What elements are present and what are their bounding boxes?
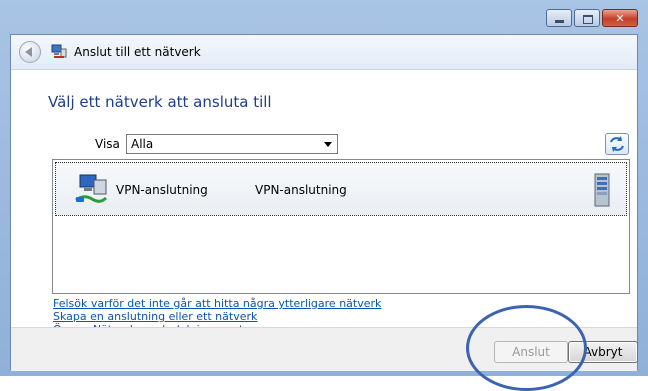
page-heading: Välj ett nätverk att ansluta till xyxy=(48,93,272,111)
button-bar: Anslut Avbryt xyxy=(11,327,638,371)
minimize-button[interactable] xyxy=(546,9,572,27)
cancel-button[interactable]: Avbryt xyxy=(568,341,638,363)
maximize-icon xyxy=(583,15,593,24)
maximize-button[interactable] xyxy=(574,9,600,27)
window-title: Anslut till ett nätverk xyxy=(74,45,201,59)
back-button[interactable] xyxy=(19,41,41,63)
navigation-bar: Anslut till ett nätverk xyxy=(11,35,637,70)
connect-button[interactable]: Anslut xyxy=(494,341,568,363)
close-button[interactable]: ✕ xyxy=(602,9,638,27)
window-frame: ✕ Anslut till ett nätverk Välj ett nätve… xyxy=(0,0,648,376)
vpn-connection-icon xyxy=(75,174,108,203)
server-icon xyxy=(594,173,610,207)
minimize-icon xyxy=(555,20,564,23)
refresh-icon xyxy=(610,136,624,152)
network-list[interactable]: VPN-anslutning VPN-anslutning xyxy=(52,159,630,294)
network-name: VPN-anslutning xyxy=(116,183,208,197)
filter-selected-value: Alla xyxy=(131,137,154,151)
network-connect-icon xyxy=(51,44,67,58)
create-connection-link[interactable]: Skapa en anslutning eller ett nätverk xyxy=(53,310,381,323)
title-bar[interactable]: ✕ xyxy=(0,0,648,34)
filter-label: Visa xyxy=(95,137,120,151)
refresh-button[interactable] xyxy=(605,133,629,155)
close-icon: ✕ xyxy=(615,11,625,25)
dialog-client: Anslut till ett nätverk Välj ett nätverk… xyxy=(10,34,638,371)
back-arrow-icon xyxy=(25,47,32,57)
network-list-item[interactable]: VPN-anslutning VPN-anslutning xyxy=(55,162,627,216)
chevron-down-icon xyxy=(324,142,332,147)
network-type: VPN-anslutning xyxy=(255,183,347,197)
troubleshoot-link[interactable]: Felsök varför det inte går att hitta någ… xyxy=(53,297,381,310)
filter-dropdown[interactable]: Alla xyxy=(126,134,338,154)
window-controls: ✕ xyxy=(546,9,638,27)
